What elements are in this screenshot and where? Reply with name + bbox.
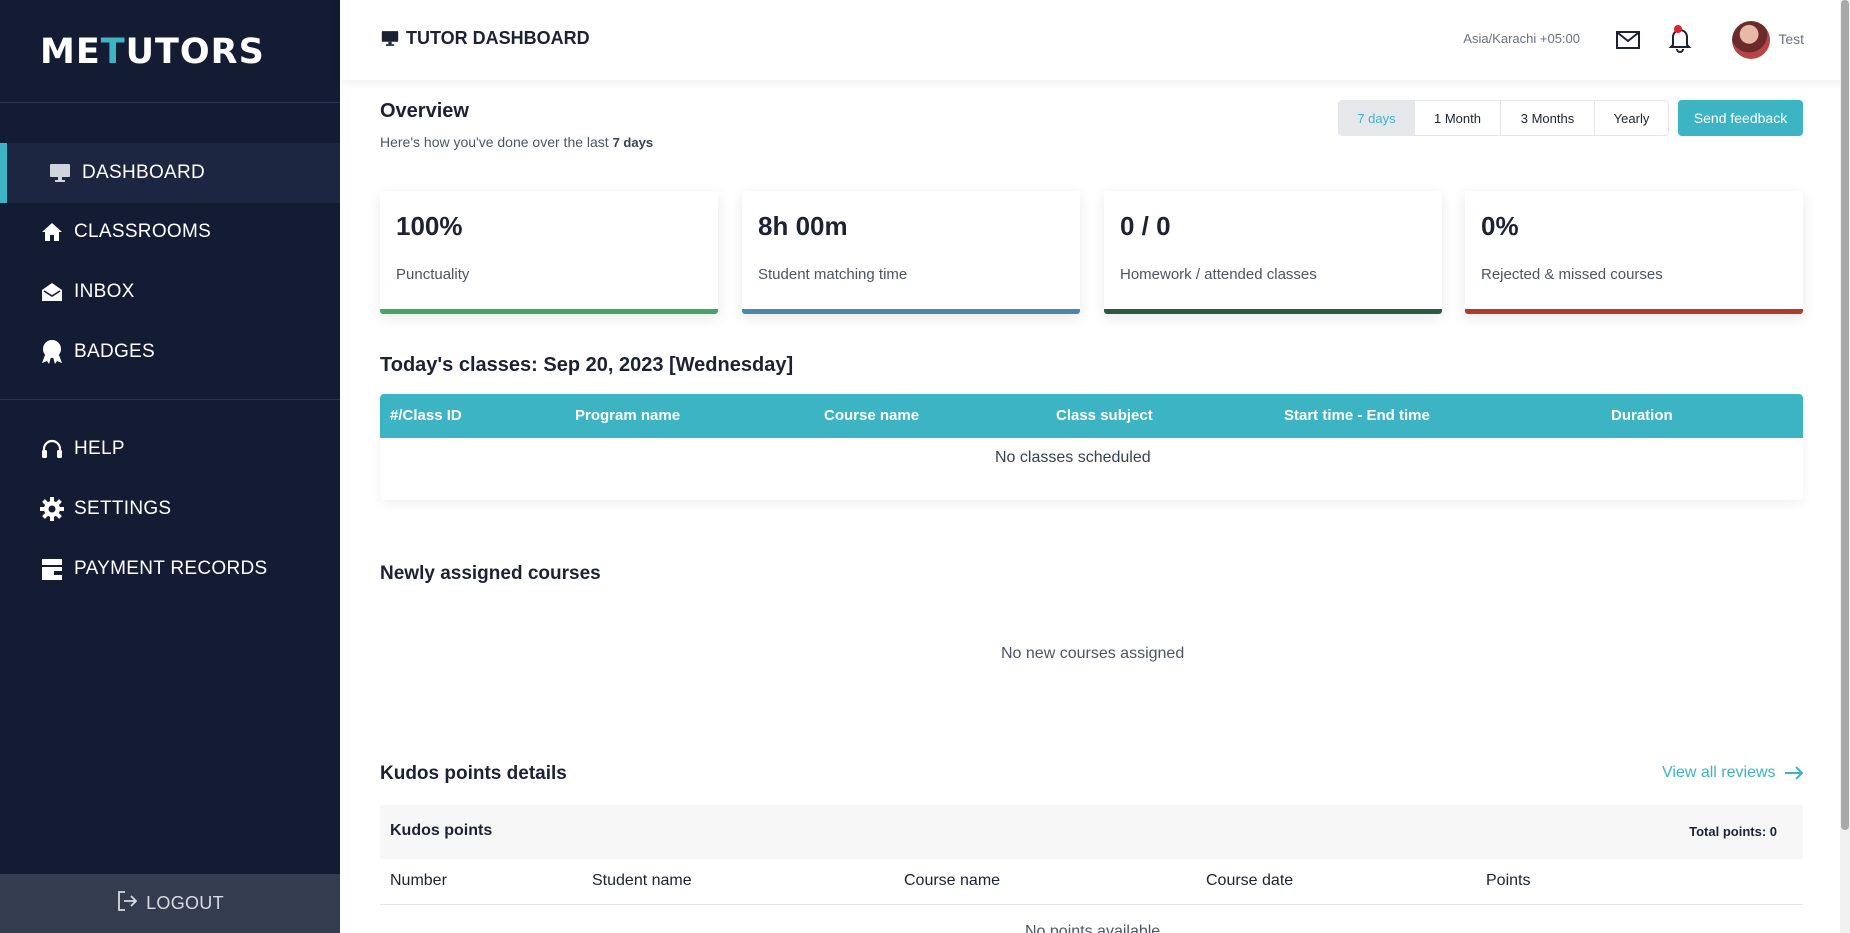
kudos-table-header: Kudos points Total points: 0 <box>380 805 1803 859</box>
sidebar-item-label: HELP <box>74 438 125 459</box>
no-classes-message: No classes scheduled <box>995 449 1151 466</box>
user-name[interactable]: Test <box>1778 31 1804 47</box>
sidebar-item-dashboard[interactable]: DASHBOARD <box>0 143 340 203</box>
stat-card-matching-time: 8h 00m Student matching time <box>742 191 1080 314</box>
sidebar-item-label: PAYMENT RECORDS <box>74 558 268 579</box>
sidebar-item-settings[interactable]: SETTINGS <box>0 479 340 539</box>
logout-icon <box>116 890 138 917</box>
arrow-right-icon <box>1784 766 1803 780</box>
stat-label: Homework / attended classes <box>1120 266 1317 283</box>
kudos-total: Total points: 0 <box>1689 824 1777 839</box>
kudos-title: Kudos points details <box>380 763 567 784</box>
scrollbar-thumb[interactable] <box>1841 0 1849 830</box>
page-title-text: TUTOR DASHBOARD <box>406 28 590 48</box>
stat-card-rejected: 0% Rejected & missed courses <box>1465 191 1803 314</box>
column-header: Student name <box>592 872 692 889</box>
new-courses-title: Newly assigned courses <box>380 563 601 584</box>
sidebar-divider <box>0 399 340 400</box>
stat-card-punctuality: 100% Punctuality <box>380 191 718 314</box>
sidebar-item-inbox[interactable]: INBOX <box>0 262 340 322</box>
mail-icon[interactable] <box>1615 27 1641 53</box>
stat-accent-bar <box>742 309 1080 314</box>
overview-subtitle-period: 7 days <box>612 135 654 150</box>
sidebar: METUTORS DASHBOARD CLASSROOMS INBOX BADG <box>0 0 340 933</box>
column-header: Points <box>1486 872 1531 889</box>
stat-accent-bar <box>1104 309 1442 314</box>
notification-bell-icon[interactable] <box>1667 25 1693 53</box>
stat-value: 100% <box>396 211 463 241</box>
notification-dot <box>1674 25 1682 33</box>
column-header: Start time - End time <box>1284 407 1430 424</box>
headset-icon <box>40 437 64 461</box>
logout-label: LOGOUT <box>146 893 224 913</box>
overview-subtitle: Here's how you've done over the last 7 d… <box>380 134 653 150</box>
todays-classes-title: Today's classes: Sep 20, 2023 [Wednesday… <box>380 354 794 376</box>
envelope-open-icon <box>40 280 64 304</box>
timezone-label: Asia/Karachi +05:00 <box>1463 31 1580 46</box>
column-header: Class subject <box>1056 407 1153 424</box>
column-header: Course name <box>904 872 1001 889</box>
stat-card-homework: 0 / 0 Homework / attended classes <box>1104 191 1442 314</box>
period-yearly[interactable]: Yearly <box>1595 101 1668 135</box>
gear-icon <box>40 497 64 521</box>
stat-label: Punctuality <box>396 266 470 283</box>
no-points-message: No points available <box>1025 923 1161 933</box>
column-header: Course date <box>1206 872 1294 889</box>
view-all-reviews-link[interactable]: View all reviews <box>1662 764 1804 782</box>
stat-accent-bar <box>1465 309 1803 314</box>
sidebar-item-label: CLASSROOMS <box>74 221 212 242</box>
top-header: TUTOR DASHBOARD Asia/Karachi +05:00 Test <box>340 0 1850 80</box>
table-header: #/Class ID Program name Course name Clas… <box>380 394 1803 438</box>
period-1-month[interactable]: 1 Month <box>1415 101 1501 135</box>
stat-value: 0% <box>1481 211 1519 241</box>
sidebar-item-label: BADGES <box>74 341 155 362</box>
logout-button[interactable]: LOGOUT <box>0 874 340 933</box>
sidebar-item-label: DASHBOARD <box>82 162 206 183</box>
page-title: TUTOR DASHBOARD <box>380 28 590 49</box>
stat-accent-bar <box>380 309 718 314</box>
overview-title: Overview <box>380 100 469 122</box>
sidebar-item-payment-records[interactable]: PAYMENT RECORDS <box>0 539 340 599</box>
send-feedback-button[interactable]: Send feedback <box>1678 100 1803 136</box>
app: METUTORS DASHBOARD CLASSROOMS INBOX BADG <box>0 0 1850 933</box>
no-courses-message: No new courses assigned <box>1001 645 1185 662</box>
logo-text-accent: T <box>100 32 126 72</box>
logo[interactable]: METUTORS <box>40 32 265 72</box>
badge-icon <box>40 340 64 364</box>
avatar[interactable] <box>1732 21 1770 59</box>
column-header: #/Class ID <box>390 407 462 424</box>
scrollbar[interactable] <box>1840 0 1850 933</box>
kudos-columns: Number Student name Course name Course d… <box>380 859 1803 905</box>
sidebar-item-classrooms[interactable]: CLASSROOMS <box>0 202 340 262</box>
monitor-icon <box>48 161 72 185</box>
column-header: Course name <box>824 407 920 424</box>
view-all-reviews-label: View all reviews <box>1662 764 1776 781</box>
period-7-days[interactable]: 7 days <box>1339 101 1415 135</box>
period-selector: 7 days 1 Month 3 Months Yearly <box>1338 100 1669 136</box>
overview-subtitle-text: Here's how you've done over the last <box>380 134 609 150</box>
monitor-icon <box>380 29 400 49</box>
home-icon <box>40 220 64 244</box>
kudos-table-title: Kudos points <box>390 822 493 839</box>
wallet-icon <box>40 557 64 581</box>
sidebar-item-label: INBOX <box>74 281 135 302</box>
column-header: Duration <box>1611 407 1673 424</box>
logo-text-2: UTORS <box>125 32 265 72</box>
sidebar-divider <box>0 102 340 103</box>
sidebar-item-label: SETTINGS <box>74 498 172 519</box>
logo-text-1: ME <box>40 32 101 72</box>
column-header: Program name <box>575 407 681 424</box>
period-3-months[interactable]: 3 Months <box>1501 101 1595 135</box>
sidebar-item-help[interactable]: HELP <box>0 419 340 479</box>
sidebar-item-badges[interactable]: BADGES <box>0 322 340 382</box>
stat-value: 8h 00m <box>758 211 848 241</box>
stat-label: Rejected & missed courses <box>1481 266 1663 283</box>
todays-classes-table: #/Class ID Program name Course name Clas… <box>380 394 1803 500</box>
stat-value: 0 / 0 <box>1120 211 1171 241</box>
column-header: Number <box>390 872 447 889</box>
stat-label: Student matching time <box>758 266 908 283</box>
